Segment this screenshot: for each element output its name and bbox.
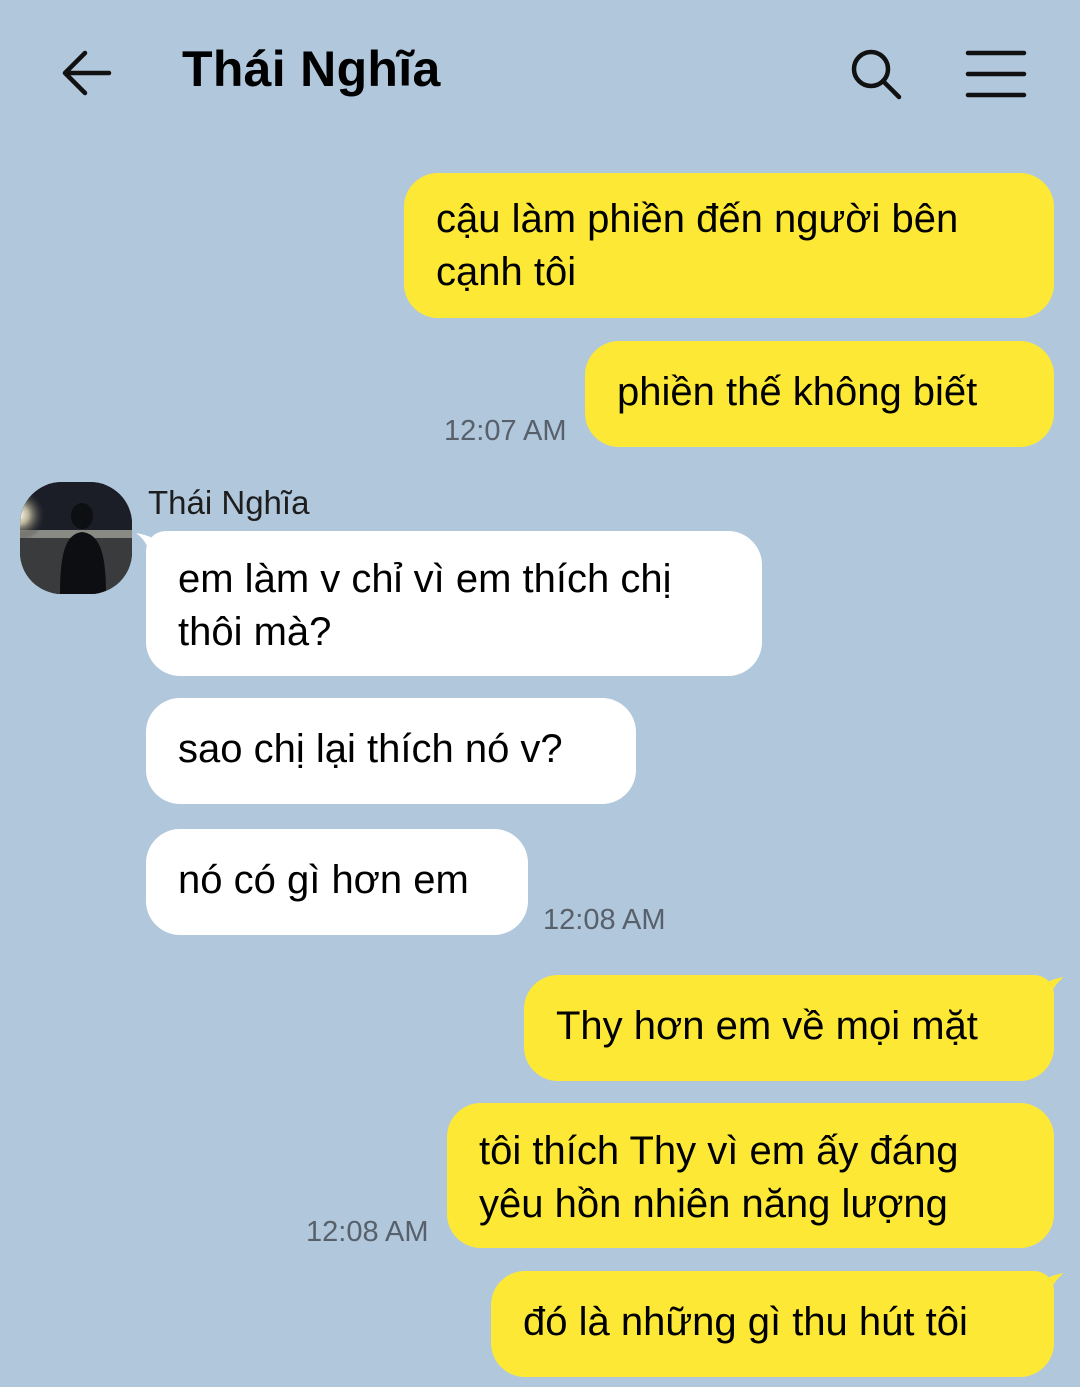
sender-name: Thái Nghĩa (148, 484, 310, 521)
incoming-message[interactable]: em làm v chỉ vì em thích chị thôi mà? (136, 531, 762, 676)
avatar-photo (20, 482, 132, 594)
outgoing-message[interactable]: đó là những gì thu hút tôi (491, 1271, 1064, 1377)
arrow-left-icon (62, 50, 112, 96)
message-line: thôi mà? (178, 610, 332, 654)
message-text: phiền thế không biết (617, 370, 978, 414)
outgoing-message[interactable]: Thy hơn em về mọi mặt (524, 975, 1064, 1081)
message-line: em làm v chỉ vì em thích chị (178, 557, 672, 601)
hamburger-menu-icon (965, 50, 1027, 98)
message-line: cậu làm phiền đến người bên (436, 197, 959, 241)
message-text: đó là những gì thu hút tôi (523, 1300, 968, 1344)
incoming-message[interactable]: nó có gì hơn em (146, 829, 528, 935)
message-line: tôi thích Thy vì em ấy đáng (479, 1129, 959, 1173)
search-button[interactable] (840, 38, 912, 110)
message-timestamp: 12:08 AM (543, 904, 666, 936)
message-timestamp: 12:07 AM (444, 415, 567, 447)
bubble-tail (136, 533, 162, 557)
message-timestamp: 12:08 AM (306, 1216, 429, 1248)
avatar[interactable] (20, 482, 132, 594)
message-text: sao chị lại thích nó v? (178, 727, 563, 771)
search-icon (851, 49, 902, 100)
outgoing-message[interactable]: phiền thế không biết (585, 341, 1054, 447)
chat-title: Thái Nghĩa (182, 41, 441, 97)
outgoing-message[interactable]: cậu làm phiền đến người bên cạnh tôi (404, 173, 1054, 318)
incoming-message[interactable]: sao chị lại thích nó v? (146, 698, 636, 804)
chat-header: Thái Nghĩa (0, 0, 1080, 150)
bubble-tail (1038, 1273, 1064, 1297)
menu-button[interactable] (958, 38, 1034, 110)
outgoing-message[interactable]: tôi thích Thy vì em ấy đáng yêu hồn nhiê… (447, 1103, 1054, 1248)
message-line: cạnh tôi (436, 250, 577, 294)
message-line: yêu hồn nhiên năng lượng (479, 1182, 948, 1226)
bubble-tail (1038, 977, 1064, 1001)
back-button[interactable] (52, 38, 122, 108)
message-text: nó có gì hơn em (178, 858, 469, 902)
message-text: Thy hơn em về mọi mặt (556, 1004, 978, 1048)
